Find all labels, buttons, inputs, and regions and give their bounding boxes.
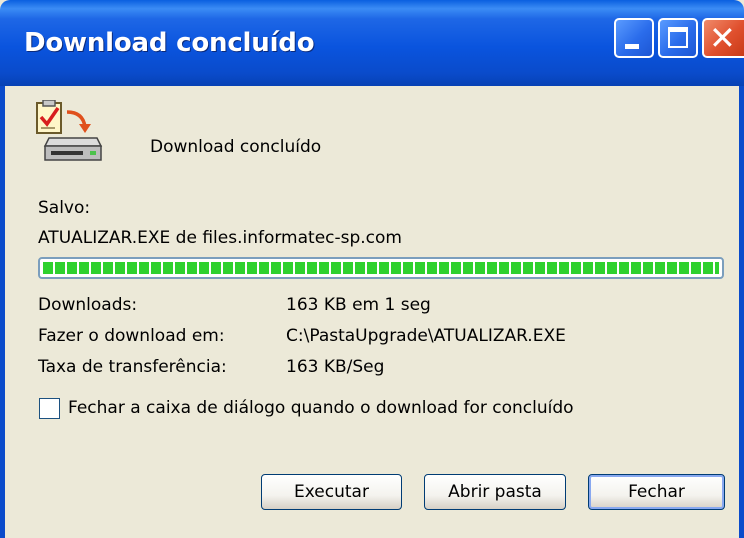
transfer-rate-label: Taxa de transferência: — [38, 357, 227, 377]
download-to-label: Fazer o download em: — [38, 326, 225, 346]
close-on-complete-checkbox[interactable] — [39, 398, 60, 419]
close-button[interactable]: ✕ — [702, 18, 744, 58]
window-border-right — [739, 86, 744, 538]
download-complete-icon — [36, 100, 103, 161]
maximize-icon — [668, 27, 688, 48]
minimize-icon — [625, 44, 639, 49]
close-icon: ✕ — [709, 19, 736, 57]
close-dialog-button[interactable]: Fechar — [588, 474, 725, 510]
download-to-value: C:\PastaUpgrade\ATUALIZAR.EXE — [286, 326, 566, 346]
saved-source: ATUALIZAR.EXE de files.informatec-sp.com — [38, 228, 402, 248]
progress-fill — [43, 262, 719, 274]
downloads-value: 163 KB em 1 seg — [286, 295, 431, 315]
downloads-label: Downloads: — [38, 295, 138, 315]
run-button[interactable]: Executar — [261, 474, 402, 510]
transfer-rate-value: 163 KB/Seg — [286, 357, 385, 377]
maximize-button[interactable] — [658, 18, 698, 58]
download-complete-dialog: Download concluído ✕ Download concluído … — [0, 0, 744, 538]
title-bar[interactable]: Download concluído ✕ — [0, 0, 744, 86]
header-message: Download concluído — [150, 137, 322, 157]
window-title: Download concluído — [24, 28, 315, 58]
dialog-body: Download concluído Salvo: ATUALIZAR.EXE … — [5, 86, 739, 538]
minimize-button[interactable] — [614, 18, 654, 58]
close-on-complete-label[interactable]: Fechar a caixa de diálogo quando o downl… — [68, 398, 574, 418]
download-progress-bar — [38, 257, 724, 279]
open-folder-button[interactable]: Abrir pasta — [424, 474, 566, 510]
saved-label: Salvo: — [38, 198, 91, 218]
